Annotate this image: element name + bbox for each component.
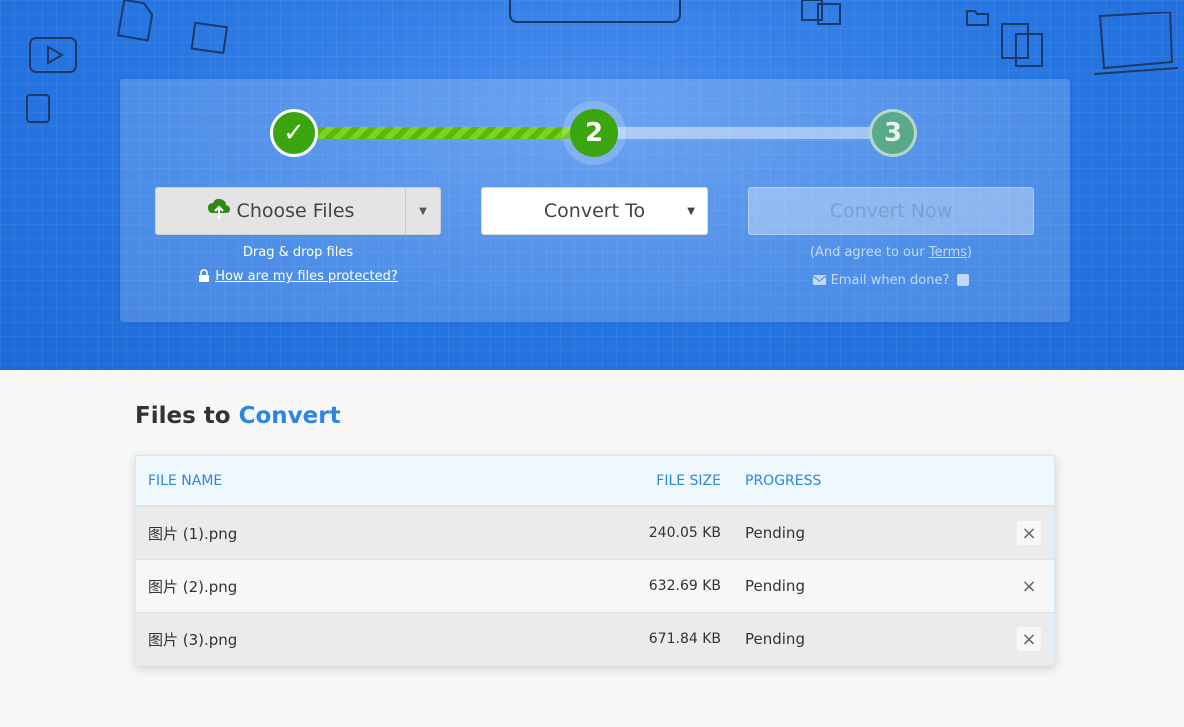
step-2-current: 2 bbox=[570, 109, 618, 157]
remove-file-button[interactable]: × bbox=[1017, 627, 1041, 651]
table-row: 图片 (1).png 240.05 KB Pending × bbox=[136, 506, 1054, 559]
step-3-pending: 3 bbox=[869, 109, 917, 157]
convert-to-dropdown[interactable]: Convert To ▼ bbox=[481, 187, 708, 235]
terms-agreement: (And agree to our Terms) bbox=[748, 245, 1034, 260]
terms-link[interactable]: Terms bbox=[929, 245, 967, 260]
progress-track-complete bbox=[310, 127, 600, 139]
table-row: 图片 (2).png 632.69 KB Pending × bbox=[136, 559, 1054, 612]
hero-banner: ✓ 2 3 Choose Files ▼ Drag & drop files H… bbox=[0, 0, 1184, 370]
progress-track-pending bbox=[610, 127, 910, 139]
file-size-cell: 671.84 KB bbox=[648, 631, 721, 647]
file-size-cell: 632.69 KB bbox=[648, 578, 721, 594]
email-when-done-row: Email when done? bbox=[748, 273, 1034, 289]
remove-file-button[interactable]: × bbox=[1017, 574, 1041, 598]
column-header-file-name: FILE NAME bbox=[148, 472, 223, 489]
caret-down-icon: ▼ bbox=[687, 206, 695, 217]
choose-files-label: Choose Files bbox=[236, 200, 355, 222]
agree-suffix: ) bbox=[967, 245, 973, 260]
file-protection-row: How are my files protected? bbox=[155, 269, 441, 286]
remove-file-button[interactable]: × bbox=[1017, 521, 1041, 545]
doc-doodle-icon bbox=[24, 92, 54, 126]
files-table-header: FILE NAME FILE SIZE PROGRESS bbox=[136, 456, 1054, 506]
clipboard-doodle-icon bbox=[998, 18, 1048, 70]
choose-files-button[interactable]: Choose Files bbox=[156, 188, 406, 234]
progress-cell: Pending bbox=[745, 630, 805, 648]
choose-source-dropdown[interactable]: ▼ bbox=[406, 188, 440, 234]
files-title-prefix: Files to bbox=[135, 403, 239, 429]
folder-doodle-icon bbox=[965, 6, 991, 28]
video-doodle-icon bbox=[28, 36, 80, 76]
file-name-cell: 图片 (1).png bbox=[148, 524, 238, 543]
file-size-cell: 240.05 KB bbox=[648, 525, 721, 541]
table-row: 图片 (3).png 671.84 KB Pending × bbox=[136, 612, 1054, 665]
progress-cell: Pending bbox=[745, 524, 805, 542]
laptop-doodle-icon bbox=[1090, 12, 1180, 82]
step-1-done: ✓ bbox=[270, 109, 318, 157]
image-doodle-icon bbox=[190, 22, 230, 58]
close-icon: × bbox=[1021, 522, 1037, 544]
convert-now-button[interactable]: Convert Now bbox=[748, 187, 1034, 235]
close-icon: × bbox=[1021, 628, 1037, 650]
file-name-cell: 图片 (2).png bbox=[148, 577, 238, 596]
monitor-doodle-icon bbox=[508, 0, 682, 24]
progress-cell: Pending bbox=[745, 577, 805, 595]
email-when-done-checkbox[interactable] bbox=[957, 274, 970, 286]
file-doodle-icon bbox=[115, 0, 155, 42]
agree-prefix: (And agree to our bbox=[809, 245, 929, 260]
column-header-progress: PROGRESS bbox=[745, 472, 822, 489]
converter-panel: ✓ 2 3 Choose Files ▼ Drag & drop files H… bbox=[120, 79, 1070, 322]
file-protection-link[interactable]: How are my files protected? bbox=[215, 269, 398, 284]
file-name-cell: 图片 (3).png bbox=[148, 630, 238, 649]
files-title-accent: Convert bbox=[238, 403, 341, 429]
convert-to-label: Convert To bbox=[543, 200, 646, 222]
files-doodle-icon bbox=[800, 0, 850, 26]
files-section-title: Files to Convert bbox=[135, 403, 341, 429]
email-when-done-label: Email when done? bbox=[830, 273, 950, 288]
close-icon: × bbox=[1021, 575, 1037, 597]
envelope-icon bbox=[812, 274, 826, 289]
caret-down-icon: ▼ bbox=[419, 205, 427, 217]
choose-files-button-group: Choose Files ▼ bbox=[155, 187, 441, 235]
drag-drop-hint: Drag & drop files bbox=[242, 245, 354, 260]
cloud-upload-icon bbox=[207, 198, 231, 225]
files-table: FILE NAME FILE SIZE PROGRESS 图片 (1).png … bbox=[135, 455, 1055, 666]
lock-icon bbox=[198, 269, 210, 286]
column-header-file-size: FILE SIZE bbox=[656, 472, 721, 489]
